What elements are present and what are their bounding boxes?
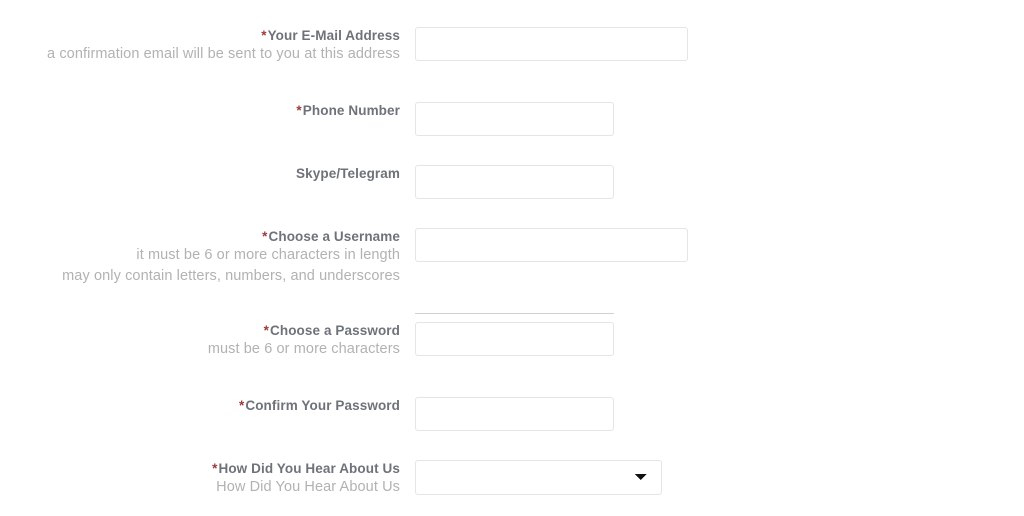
confirm-password-field-column (400, 397, 1024, 431)
username-help-text-line1: it must be 6 or more characters in lengt… (136, 247, 400, 263)
form-row-skype: Skype/Telegram (0, 165, 1024, 199)
password-label: *Choose a Password (0, 322, 400, 339)
confirm-password-label-column: *Confirm Your Password (0, 397, 400, 414)
form-row-phone: *Phone Number (0, 102, 1024, 136)
username-help-text-line2: may only contain letters, numbers, and u… (62, 268, 400, 284)
required-asterisk-username: * (262, 229, 268, 244)
password-field-column (400, 322, 1024, 356)
referral-label-text: How Did You Hear About Us (218, 461, 400, 476)
phone-field-column (400, 102, 1024, 136)
referral-select[interactable] (415, 460, 662, 495)
username-field-column (400, 228, 1024, 262)
referral-field-column (400, 460, 1024, 495)
password-label-column: *Choose a Password must be 6 or more cha… (0, 322, 400, 360)
email-field-column (400, 27, 1024, 61)
form-row-password: *Choose a Password must be 6 or more cha… (0, 322, 1024, 360)
password-label-text: Choose a Password (270, 323, 400, 338)
required-asterisk-password: * (263, 323, 269, 338)
email-label-text: Your E-Mail Address (267, 28, 400, 43)
username-input[interactable] (415, 228, 688, 262)
email-label-column: *Your E-Mail Address a confirmation emai… (0, 27, 400, 65)
password-section-divider (415, 313, 614, 314)
required-asterisk-email: * (261, 28, 267, 43)
referral-help-text: How Did You Hear About Us (216, 479, 400, 495)
password-help-text: must be 6 or more characters (207, 341, 400, 357)
phone-label-column: *Phone Number (0, 102, 400, 119)
skype-label-column: Skype/Telegram (0, 165, 400, 182)
password-input[interactable] (415, 322, 614, 356)
skype-input[interactable] (415, 165, 614, 199)
confirm-password-input[interactable] (415, 397, 614, 431)
username-label: *Choose a Username (0, 228, 400, 245)
confirm-password-label-text: Confirm Your Password (245, 398, 400, 413)
email-label: *Your E-Mail Address (0, 27, 400, 44)
form-row-username: *Choose a Username it must be 6 or more … (0, 228, 1024, 287)
phone-label-text: Phone Number (302, 103, 400, 118)
email-help-text: a confirmation email will be sent to you… (47, 46, 400, 62)
confirm-password-label: *Confirm Your Password (0, 397, 400, 414)
username-label-text: Choose a Username (268, 229, 400, 244)
skype-label: Skype/Telegram (0, 165, 400, 182)
form-row-confirm-password: *Confirm Your Password (0, 397, 1024, 431)
skype-label-text: Skype/Telegram (296, 166, 400, 181)
referral-label: *How Did You Hear About Us (0, 460, 400, 477)
required-asterisk-phone: * (296, 103, 302, 118)
phone-input[interactable] (415, 102, 614, 136)
referral-label-column: *How Did You Hear About Us How Did You H… (0, 460, 400, 498)
skype-field-column (400, 165, 1024, 199)
form-row-email: *Your E-Mail Address a confirmation emai… (0, 27, 1024, 65)
required-asterisk-referral: * (212, 461, 218, 476)
phone-label: *Phone Number (0, 102, 400, 119)
registration-form: *Your E-Mail Address a confirmation emai… (0, 0, 1024, 516)
username-label-column: *Choose a Username it must be 6 or more … (0, 228, 400, 287)
email-input[interactable] (415, 27, 688, 61)
required-asterisk-confirm-password: * (239, 398, 245, 413)
form-row-referral: *How Did You Hear About Us How Did You H… (0, 460, 1024, 498)
